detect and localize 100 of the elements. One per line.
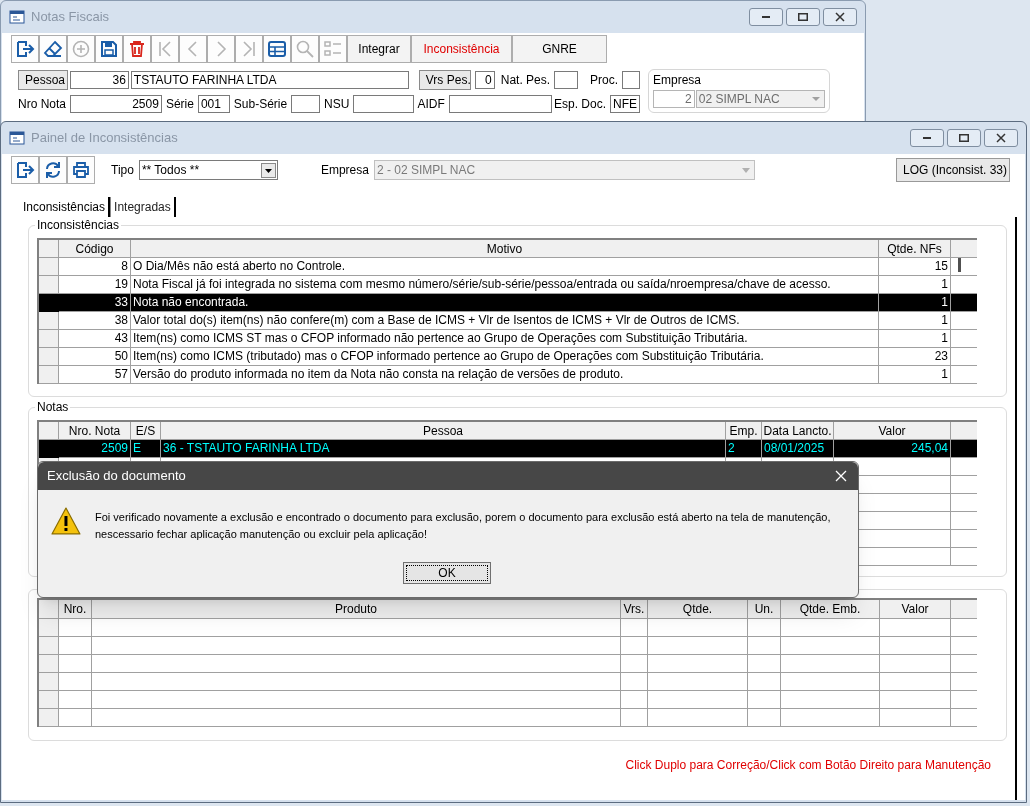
toolbar-button[interactable] [11,35,39,63]
table-cell [880,691,951,709]
vrs-pes-button[interactable]: Vrs Pes. [418,70,471,90]
tab[interactable]: Integradas [110,197,176,217]
window-title: Notas Fiscais [31,8,111,27]
close-button[interactable] [833,468,849,484]
row-header[interactable] [39,348,59,366]
column-header[interactable]: Nro. [59,600,92,619]
table-cell [748,673,781,691]
field-label: Série [165,96,194,113]
text-field[interactable] [353,95,414,113]
toolbar-button[interactable] [39,35,67,63]
toolbar-button[interactable] [39,156,67,184]
toolbar-button[interactable] [67,156,95,184]
table-cell [621,691,648,709]
table-cell [621,709,648,727]
text-field[interactable] [448,95,552,113]
table-cell: Item(ns) como ICMS ST mas o CFOP informado não pertence ao Grupo de Operações com Substituição Tributária. [131,330,879,348]
column-header[interactable]: Produto [92,600,621,619]
table-cell [880,637,951,655]
table-row[interactable]: 50 Item(ns) como ICMS (tributado) mas o CFOP informado pertence ao Grupo de Operações com Substituição Tributária. 23 [39,348,977,366]
table-row[interactable]: 43 Item(ns) como ICMS ST mas o CFOP informado não pertence ao Grupo de Operações com Substituição Tributária. 1 [39,330,977,348]
minimize-button[interactable] [749,8,783,26]
toolbar-button[interactable] [11,156,39,184]
column-header[interactable]: Valor [880,600,951,619]
toolbar-button[interactable]: Integrar [347,35,411,63]
row-header[interactable] [39,655,59,673]
row-header[interactable] [39,366,59,384]
window-icon [9,9,25,25]
column-header[interactable]: E/S [131,422,161,440]
table-cell [59,709,92,727]
table-cell [880,619,951,637]
table-cell: O Dia/Mês não está aberto no Controle. [131,258,879,276]
row-header[interactable] [39,709,59,727]
pessoa-button[interactable]: Pessoa [18,70,68,90]
toolbar-button[interactable]: GNRE [512,35,607,63]
text-field[interactable] [554,71,579,89]
table-cell: 57 [59,366,131,384]
column-header[interactable]: Un. [748,600,781,619]
eraser-icon [43,39,63,59]
toolbar-button[interactable] [95,35,123,63]
tipo-dropdown[interactable]: ** Todos ** [138,160,278,180]
row-header[interactable] [39,619,59,637]
table-row[interactable]: 8 O Dia/Mês não está aberto no Controle. 15 [39,258,977,276]
table-cell [880,709,951,727]
column-header[interactable]: Vrs. [621,600,648,619]
text-field[interactable]: 001 [197,95,230,113]
refresh-icon [43,160,63,180]
column-header [951,240,977,258]
table-cell [59,619,92,637]
toolbar-button[interactable]: Inconsistência [411,35,512,63]
close-button[interactable] [823,8,857,26]
column-header[interactable]: Motivo [131,240,879,258]
field-label: Proc. [590,72,619,89]
dropdown-arrow-icon [812,97,820,101]
text-field[interactable] [291,95,321,113]
column-header[interactable]: Nro. Nota [59,422,131,440]
window-title: Painel de Inconsistências [31,129,179,148]
header-corner [39,600,59,619]
text-field[interactable]: 0 [474,71,495,89]
row-header[interactable] [39,312,59,330]
table-row[interactable]: 38 Valor total do(s) item(ns) não confere(m) com a Base de ICMS + Vlr de Isentos de ICMS + Vlr de Outros de ICMS. 1 [39,312,977,330]
row-header[interactable] [39,637,59,655]
column-header[interactable]: Qtde. [648,600,748,619]
column-header[interactable]: Código [59,240,131,258]
text-field[interactable]: NFE [610,95,640,113]
column-header[interactable]: Emp. [726,422,762,440]
column-header[interactable]: Data Lancto. [762,422,834,440]
column-header[interactable]: Qtde. Emb. [781,600,880,619]
code-field[interactable]: 36 [70,71,129,89]
ok-button[interactable]: OK [403,562,491,584]
group-title: Notas [35,400,71,414]
row-header[interactable] [39,258,59,276]
column-header[interactable]: Qtde. NFs [879,240,951,258]
field-label: Empresa [653,74,703,86]
text-field[interactable] [622,71,640,89]
maximize-button[interactable] [786,8,820,26]
table-cell: 08/01/2025 [762,440,834,458]
log-button[interactable]: LOG (Inconsist. 33) [896,158,1010,182]
toolbar-button[interactable] [263,35,291,63]
table-cell: 2 [726,440,762,458]
row-header[interactable] [39,330,59,348]
row-header[interactable] [39,691,59,709]
table-cell: 1 [879,330,951,348]
row-header[interactable] [39,276,59,294]
column-header[interactable]: Pessoa [161,422,726,440]
toolbar-button[interactable] [123,35,151,63]
text-field[interactable]: 2509 [70,95,162,113]
row-header[interactable] [39,673,59,691]
table-cell: 2509 [59,440,131,458]
scrollbar-thumb[interactable] [958,258,961,272]
table-row[interactable]: 57 Versão do produto informada no item da Nota não consta na relação de versões de produto. 1 [39,366,977,384]
name-field[interactable]: TSTAUTO FARINHA LTDA [130,71,409,89]
minimize-button[interactable] [910,129,944,147]
column-header[interactable]: Valor [834,422,951,440]
column-header [951,422,977,440]
trash-icon [127,39,147,59]
close-button[interactable] [984,129,1018,147]
maximize-icon [798,13,808,21]
maximize-button[interactable] [947,129,981,147]
